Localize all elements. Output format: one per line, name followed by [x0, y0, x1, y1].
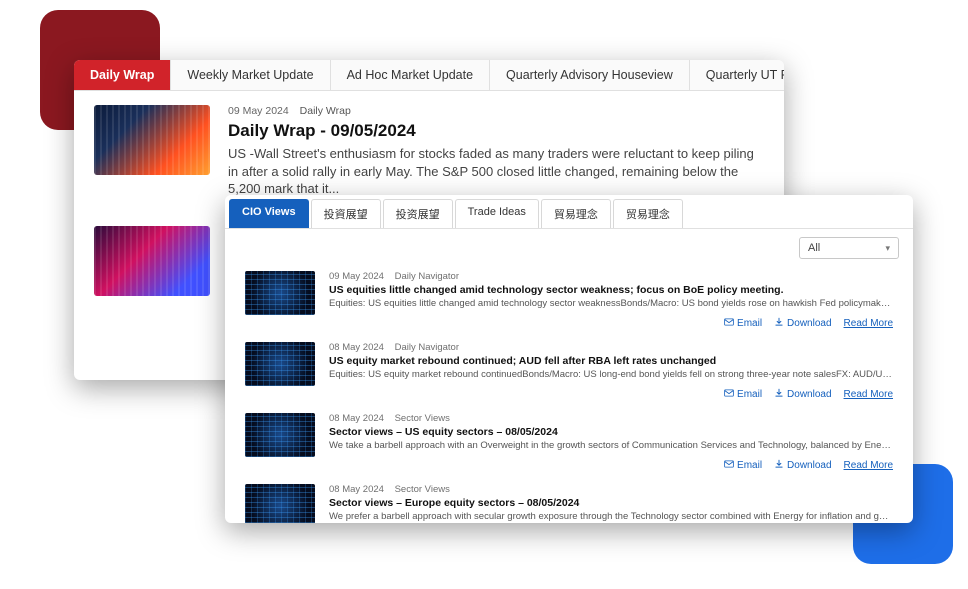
download-icon	[774, 388, 784, 401]
list-thumbnail	[245, 484, 315, 523]
list-body: 09 May 2024 Daily Navigator US equities …	[329, 271, 893, 315]
list-date: 09 May 2024	[329, 271, 384, 282]
list-date: 08 May 2024	[329, 484, 384, 495]
filter-row: All ▾	[225, 229, 913, 263]
list-title[interactable]: Sector views – US equity sectors – 08/05…	[329, 426, 893, 438]
list-date: 08 May 2024	[329, 413, 384, 424]
tab-quarterly-advisory-houseview[interactable]: Quarterly Advisory Houseview	[490, 60, 690, 90]
tab-trade-ideas-sc[interactable]: 贸易理念	[613, 199, 683, 228]
article-category: Daily Wrap	[300, 105, 351, 117]
list-thumbnail	[245, 413, 315, 457]
download-icon	[774, 317, 784, 330]
download-link[interactable]: Download	[774, 388, 831, 401]
list-title[interactable]: US equities little changed amid technolo…	[329, 284, 893, 296]
download-link[interactable]: Download	[774, 459, 831, 472]
list-meta: 08 May 2024 Sector Views	[329, 484, 893, 495]
list-category: Daily Navigator	[395, 271, 459, 282]
download-icon	[774, 459, 784, 472]
list-actions: Email Download Read More	[225, 457, 913, 476]
list-body: 08 May 2024 Daily Navigator US equity ma…	[329, 342, 893, 386]
tabs-panel-a: Daily Wrap Weekly Market Update Ad Hoc M…	[74, 60, 784, 91]
tab-quarterly-ut-fund-focus[interactable]: Quarterly UT Fund Focus	[690, 60, 784, 90]
list-item: 08 May 2024 Sector Views Sector views – …	[225, 476, 913, 523]
article-thumbnail	[94, 105, 210, 175]
tab-investment-outlook-sc[interactable]: 投资展望	[383, 199, 453, 228]
email-link[interactable]: Email	[724, 459, 762, 472]
list-title[interactable]: US equity market rebound continued; AUD …	[329, 355, 893, 367]
list-category: Daily Navigator	[395, 342, 459, 353]
email-link[interactable]: Email	[724, 388, 762, 401]
article-title[interactable]: Daily Wrap - 09/05/2024	[228, 121, 764, 141]
list-excerpt: Equities: US equities little changed ami…	[329, 298, 893, 309]
read-more-link[interactable]: Read More	[844, 388, 893, 401]
list-category: Sector Views	[395, 484, 450, 495]
chevron-down-icon: ▾	[885, 243, 890, 254]
tabs-panel-b: CIO Views 投資展望 投资展望 Trade Ideas 貿易理念 贸易理…	[225, 195, 913, 229]
read-more-link[interactable]: Read More	[844, 459, 893, 472]
list-actions: Email Download Read More	[225, 386, 913, 405]
email-icon	[724, 317, 734, 330]
list-meta: 09 May 2024 Daily Navigator	[329, 271, 893, 282]
tab-trade-ideas[interactable]: Trade Ideas	[455, 199, 539, 228]
list-item: 08 May 2024 Sector Views Sector views – …	[225, 405, 913, 457]
list-meta: 08 May 2024 Daily Navigator	[329, 342, 893, 353]
article-list: 09 May 2024 Daily Navigator US equities …	[225, 263, 913, 523]
list-excerpt: Equities: US equity market rebound conti…	[329, 369, 893, 380]
article-meta: 09 May 2024 Daily Wrap	[228, 105, 764, 117]
tab-daily-wrap[interactable]: Daily Wrap	[74, 60, 171, 90]
tab-trade-ideas-tc[interactable]: 貿易理念	[541, 199, 611, 228]
article-date: 09 May 2024	[228, 105, 289, 117]
article-excerpt: US -Wall Street's enthusiasm for stocks …	[228, 145, 764, 198]
email-link[interactable]: Email	[724, 317, 762, 330]
tab-weekly-market-update[interactable]: Weekly Market Update	[171, 60, 330, 90]
list-thumbnail	[245, 271, 315, 315]
download-link[interactable]: Download	[774, 317, 831, 330]
tab-cio-views[interactable]: CIO Views	[229, 199, 309, 228]
panel-cio-views: CIO Views 投資展望 投资展望 Trade Ideas 貿易理念 贸易理…	[225, 195, 913, 523]
filter-selected-value: All	[808, 242, 820, 254]
list-excerpt: We prefer a barbell approach with secula…	[329, 511, 893, 522]
list-title[interactable]: Sector views – Europe equity sectors – 0…	[329, 497, 893, 509]
article-row: 09 May 2024 Daily Wrap Daily Wrap - 09/0…	[74, 91, 784, 212]
list-body: 08 May 2024 Sector Views Sector views – …	[329, 484, 893, 523]
list-excerpt: We take a barbell approach with an Overw…	[329, 440, 893, 451]
tab-ad-hoc-market-update[interactable]: Ad Hoc Market Update	[331, 60, 490, 90]
article-thumbnail	[94, 226, 210, 296]
filter-select[interactable]: All ▾	[799, 237, 899, 259]
list-meta: 08 May 2024 Sector Views	[329, 413, 893, 424]
list-body: 08 May 2024 Sector Views Sector views – …	[329, 413, 893, 457]
list-item: 08 May 2024 Daily Navigator US equity ma…	[225, 334, 913, 386]
email-icon	[724, 459, 734, 472]
tab-investment-outlook-tc[interactable]: 投資展望	[311, 199, 381, 228]
read-more-link[interactable]: Read More	[844, 317, 893, 330]
list-item: 09 May 2024 Daily Navigator US equities …	[225, 263, 913, 315]
list-date: 08 May 2024	[329, 342, 384, 353]
email-icon	[724, 388, 734, 401]
list-category: Sector Views	[395, 413, 450, 424]
article-body: 09 May 2024 Daily Wrap Daily Wrap - 09/0…	[228, 105, 764, 198]
list-actions: Email Download Read More	[225, 315, 913, 334]
list-thumbnail	[245, 342, 315, 386]
